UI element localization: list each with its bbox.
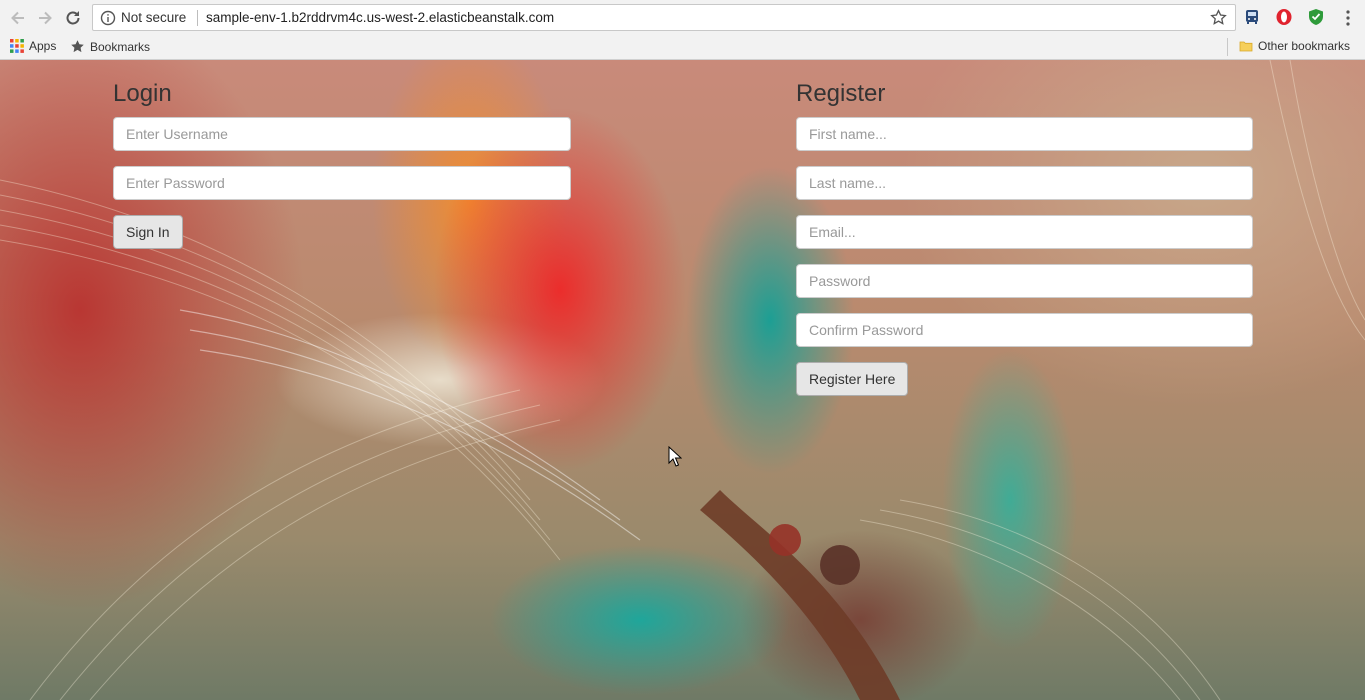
opera-icon[interactable]	[1275, 8, 1293, 26]
forward-button[interactable]	[34, 7, 56, 29]
browser-toolbar: Not secure sample-env-1.b2rddrvm4c.us-we…	[0, 0, 1365, 35]
bookmarks-shortcut[interactable]: Bookmarks	[70, 39, 150, 54]
bus-extension-icon[interactable]	[1243, 8, 1261, 26]
arrow-left-icon	[11, 11, 24, 25]
apps-shortcut[interactable]: Apps	[10, 39, 56, 53]
address-bar[interactable]: Not secure sample-env-1.b2rddrvm4c.us-we…	[92, 4, 1236, 31]
username-input[interactable]	[113, 117, 571, 151]
info-icon[interactable]	[100, 10, 116, 26]
other-bookmarks-label: Other bookmarks	[1258, 39, 1351, 53]
login-title: Login	[113, 80, 172, 107]
shield-extension-icon[interactable]	[1307, 8, 1325, 26]
bookmarks-label: Bookmarks	[90, 39, 151, 54]
reload-icon	[66, 11, 80, 25]
register-password-input[interactable]	[796, 264, 1253, 298]
register-button[interactable]: Register Here	[796, 362, 909, 396]
back-button[interactable]	[7, 7, 29, 29]
more-menu-icon[interactable]	[1342, 8, 1354, 28]
apps-label: Apps	[29, 39, 57, 53]
reload-button[interactable]	[62, 7, 84, 29]
bookmarks-bar: Apps Bookmarks Other bookmarks	[0, 35, 1365, 60]
bookmark-star-icon[interactable]	[1210, 9, 1227, 26]
email-input[interactable]	[796, 215, 1253, 249]
confirm-password-input[interactable]	[796, 313, 1253, 347]
background-mesh	[0, 60, 1365, 700]
mouse-cursor-icon	[668, 446, 682, 467]
other-bookmarks-folder[interactable]: Other bookmarks	[1239, 39, 1350, 53]
page-content: Login Sign In Register Register Here	[0, 60, 1365, 700]
security-label: Not secure	[121, 10, 187, 25]
last-name-input[interactable]	[796, 166, 1253, 200]
first-name-input[interactable]	[796, 117, 1253, 151]
login-password-input[interactable]	[113, 166, 571, 200]
folder-icon	[1239, 41, 1253, 52]
arrow-right-icon	[39, 11, 52, 25]
register-title: Register	[796, 80, 886, 107]
bookmarks-divider	[1227, 38, 1228, 56]
apps-grid-icon	[10, 39, 24, 53]
star-icon	[71, 40, 84, 53]
url-text[interactable]: sample-env-1.b2rddrvm4c.us-west-2.elasti…	[206, 10, 554, 25]
sign-in-button[interactable]: Sign In	[113, 215, 183, 249]
divider	[197, 10, 198, 26]
